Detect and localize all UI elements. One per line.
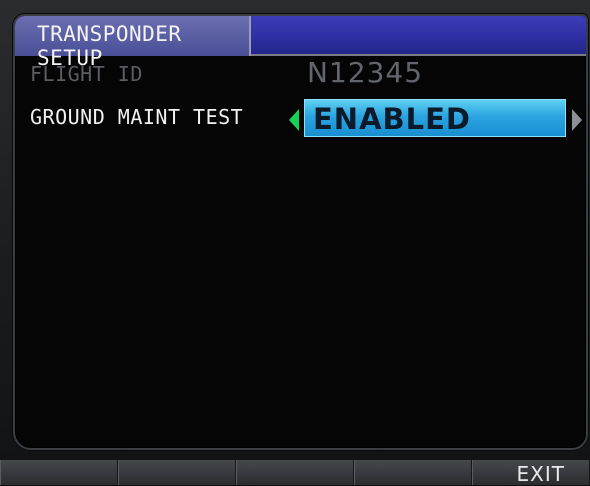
title-tab: TRANSPONDER SETUP — [15, 16, 251, 70]
flight-id-value: N12345 — [307, 56, 424, 89]
ground-maint-test-value: ENABLED — [313, 102, 471, 136]
softkey-1[interactable] — [0, 460, 118, 485]
softkey-2[interactable] — [118, 460, 236, 485]
ground-maint-test-selector[interactable]: ENABLED — [304, 99, 566, 137]
softkey-3[interactable] — [236, 460, 354, 485]
exit-softkey-label: EXIT — [516, 462, 565, 486]
left-arrow-icon[interactable] — [289, 109, 299, 131]
ground-maint-test-label: GROUND MAINT TEST — [30, 105, 244, 129]
right-arrow-icon[interactable] — [572, 109, 582, 131]
title-bar: TRANSPONDER SETUP — [15, 16, 586, 70]
softkey-bar: EXIT — [0, 460, 590, 486]
mfd-screen: TRANSPONDER SETUP FLIGHT ID N12345 GROUN… — [13, 14, 588, 450]
flight-id-label: FLIGHT ID — [30, 62, 143, 86]
exit-softkey[interactable]: EXIT — [472, 460, 590, 486]
softkey-4[interactable] — [354, 460, 472, 485]
